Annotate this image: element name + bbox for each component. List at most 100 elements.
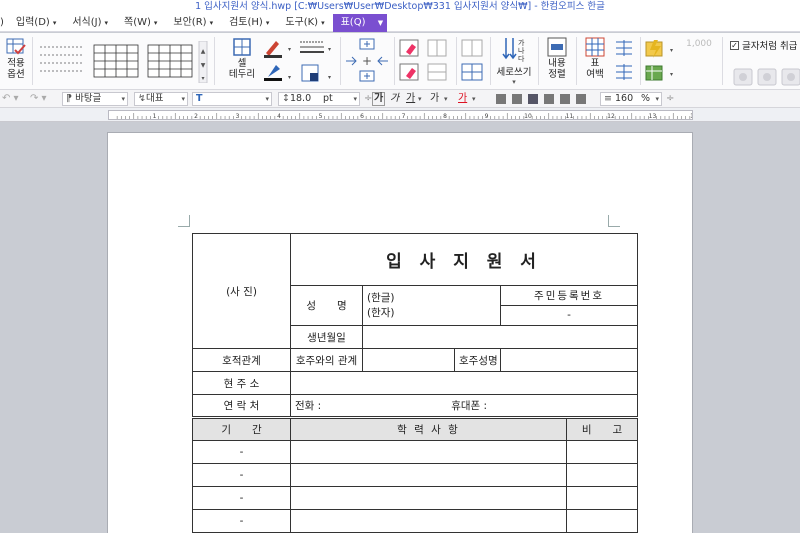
content-align-button[interactable]: 내용 정렬 bbox=[542, 36, 572, 80]
object-wrap-icons[interactable] bbox=[732, 67, 800, 87]
menu-page[interactable]: 쪽(W) ▾ bbox=[116, 14, 165, 32]
menu-table[interactable]: 표(Q) bbox=[332, 13, 374, 32]
note-cell[interactable] bbox=[565, 440, 639, 464]
table-margin-button[interactable]: 표 여백 bbox=[580, 36, 610, 80]
menu-format[interactable]: 서식(J) ▾ bbox=[64, 14, 116, 32]
spacing-stepper[interactable]: ÷ bbox=[666, 92, 674, 106]
apply-options-button[interactable]: 적용 옵션 bbox=[2, 36, 30, 80]
strike-button[interactable]: 가 bbox=[430, 92, 439, 106]
ruler-tick-label: 10 bbox=[524, 113, 532, 119]
cell-border-button[interactable]: 셀 테두리 bbox=[224, 36, 260, 80]
birth-input-cell[interactable] bbox=[361, 325, 639, 349]
family-rel-label-cell[interactable]: 호적관계 bbox=[192, 348, 291, 372]
strike-dropdown[interactable]: ▾ bbox=[444, 92, 448, 106]
rrn-dash[interactable]: - bbox=[502, 306, 637, 325]
border-tools[interactable]: ▾ ▾ ▾ ▾ bbox=[262, 37, 336, 83]
address-label-cell[interactable]: 현 주 소 bbox=[192, 371, 291, 395]
note-cell[interactable] bbox=[565, 486, 639, 510]
formula-tools[interactable]: ▾ ▾ bbox=[644, 38, 686, 84]
svg-text:▾: ▾ bbox=[328, 46, 331, 53]
row-col-size-tools[interactable] bbox=[612, 38, 636, 84]
menu-tools[interactable]: 도구(K) ▾ bbox=[277, 14, 332, 32]
contact-input-cell[interactable]: 전화 : 휴대폰 : bbox=[289, 394, 639, 418]
ruler-tick-label: 7 bbox=[402, 113, 406, 119]
table-check-icon bbox=[6, 38, 26, 55]
separator bbox=[214, 37, 215, 85]
rrn-cell[interactable]: 주민등록번호 - bbox=[499, 285, 639, 326]
underline-dropdown[interactable]: ▾ bbox=[418, 92, 422, 106]
photo-label: (사 진) bbox=[226, 285, 257, 298]
insert-delete-rows-cols[interactable]: + bbox=[344, 37, 392, 85]
name-input-cell[interactable]: (한글) (한자) bbox=[362, 285, 501, 326]
note-header-cell[interactable]: 비 고 bbox=[565, 416, 639, 441]
photo-cell[interactable]: (사 진) bbox=[192, 233, 291, 349]
font-color-button[interactable]: 가 bbox=[458, 92, 467, 106]
menu-insert[interactable]: 입력(D) ▾ bbox=[8, 14, 64, 32]
document-page[interactable]: (사 진) 입 사 지 원 서 성 명 (한글) (한자) 주민등록번호 - 생년… bbox=[107, 132, 693, 533]
font-color-dropdown[interactable]: ▾ bbox=[472, 92, 476, 106]
svg-text:▲: ▲ bbox=[201, 48, 206, 55]
document-area[interactable]: (사 진) 입 사 지 원 서 성 명 (한글) (한자) 주민등록번호 - 생년… bbox=[0, 123, 800, 533]
table-style-gallery[interactable]: ▲ ▼ ▾ bbox=[36, 41, 208, 83]
note-cell[interactable] bbox=[565, 463, 639, 487]
period-cell[interactable]: - bbox=[192, 509, 291, 533]
form-title-cell[interactable]: 입 사 지 원 서 bbox=[289, 233, 639, 286]
line-spacing-select[interactable]: ≡ 160 % ▾ bbox=[600, 92, 662, 106]
font-type-icon: T bbox=[196, 93, 203, 104]
italic-button[interactable]: 가 bbox=[390, 92, 399, 106]
address-input-cell[interactable] bbox=[289, 371, 639, 395]
education-header-cell[interactable]: 학 력 사 항 bbox=[290, 416, 567, 441]
svg-text:▾: ▾ bbox=[201, 75, 204, 82]
menu-review[interactable]: 검토(H) ▾ bbox=[221, 14, 277, 32]
head-name-label-cell[interactable]: 호주성명 bbox=[454, 348, 501, 372]
menu-file-partial[interactable]: ) bbox=[0, 14, 8, 32]
note-cell[interactable] bbox=[565, 509, 639, 533]
cell-size-tools[interactable] bbox=[460, 38, 486, 84]
thousand-separator-button[interactable]: 1,000 bbox=[684, 39, 714, 49]
period-cell[interactable]: - bbox=[192, 486, 291, 510]
svg-text:▾: ▾ bbox=[670, 71, 673, 78]
svg-text:▾: ▾ bbox=[670, 47, 673, 54]
table-margin-icon bbox=[585, 37, 605, 57]
head-rel-label-cell[interactable]: 호주와의 관계 bbox=[290, 348, 363, 372]
treat-as-char-checkbox[interactable]: ✓ 글자처럼 취급 bbox=[730, 38, 797, 52]
birth-label-cell[interactable]: 생년월일 bbox=[290, 325, 363, 349]
head-rel-input-cell[interactable] bbox=[362, 348, 455, 372]
paragraph-align-buttons[interactable] bbox=[494, 93, 590, 105]
hangul-label: (한글) bbox=[367, 291, 395, 304]
underline-button[interactable]: 가 bbox=[406, 92, 415, 106]
education-header: 학 력 사 항 bbox=[397, 424, 460, 436]
education-cell[interactable] bbox=[290, 509, 567, 533]
font-lang-value: 대표 bbox=[145, 93, 164, 104]
head-rel-label: 호주와의 관계 bbox=[295, 354, 358, 367]
menu-review-label: 검토(H) bbox=[229, 16, 263, 28]
period-cell[interactable]: - bbox=[192, 440, 291, 464]
menu-table-dropdown[interactable]: ▼ bbox=[373, 13, 388, 32]
contact-label-cell[interactable]: 연 락 처 bbox=[192, 394, 291, 418]
menu-format-label: 서식(J) bbox=[72, 16, 102, 28]
bold-button[interactable]: 가 bbox=[372, 92, 386, 106]
ruler-tick-label: 9 bbox=[485, 113, 489, 119]
font-size-select[interactable]: ↕18.0 pt ▾ bbox=[278, 92, 360, 106]
name-label-cell[interactable]: 성 명 bbox=[290, 285, 363, 326]
font-name-select[interactable]: T ▾ bbox=[192, 92, 272, 106]
ruler-tick-label: 1 bbox=[153, 113, 157, 119]
undo-icon[interactable]: ↶ ▾ bbox=[2, 92, 19, 106]
font-lang-select[interactable]: ↯대표 ▾ bbox=[134, 92, 188, 106]
head-name-input-cell[interactable] bbox=[499, 348, 639, 372]
period-header-cell[interactable]: 기 간 bbox=[192, 416, 291, 441]
application-form-table[interactable]: (사 진) 입 사 지 원 서 성 명 (한글) (한자) 주민등록번호 - 생년… bbox=[192, 233, 639, 533]
education-cell[interactable] bbox=[290, 486, 567, 510]
hwp-window: 1 입사지원서 양식.hwp [C:₩Users₩User₩Desktop₩33… bbox=[0, 0, 800, 533]
merge-split-cells[interactable] bbox=[398, 38, 454, 84]
education-cell[interactable] bbox=[290, 440, 567, 464]
vertical-write-button[interactable]: 가나다 세로쓰기 ▾ bbox=[494, 36, 534, 86]
style-select[interactable]: ⁋ 바탕글 ▾ bbox=[62, 92, 128, 106]
separator bbox=[394, 37, 395, 85]
redo-icon[interactable]: ↷ ▾ bbox=[30, 92, 47, 106]
ruler[interactable]: 1234567891011121314 bbox=[0, 108, 800, 122]
vertical-text-icon: 가나다 bbox=[502, 38, 525, 63]
period-cell[interactable]: - bbox=[192, 463, 291, 487]
education-cell[interactable] bbox=[290, 463, 567, 487]
menu-security[interactable]: 보안(R) ▾ bbox=[165, 14, 221, 32]
